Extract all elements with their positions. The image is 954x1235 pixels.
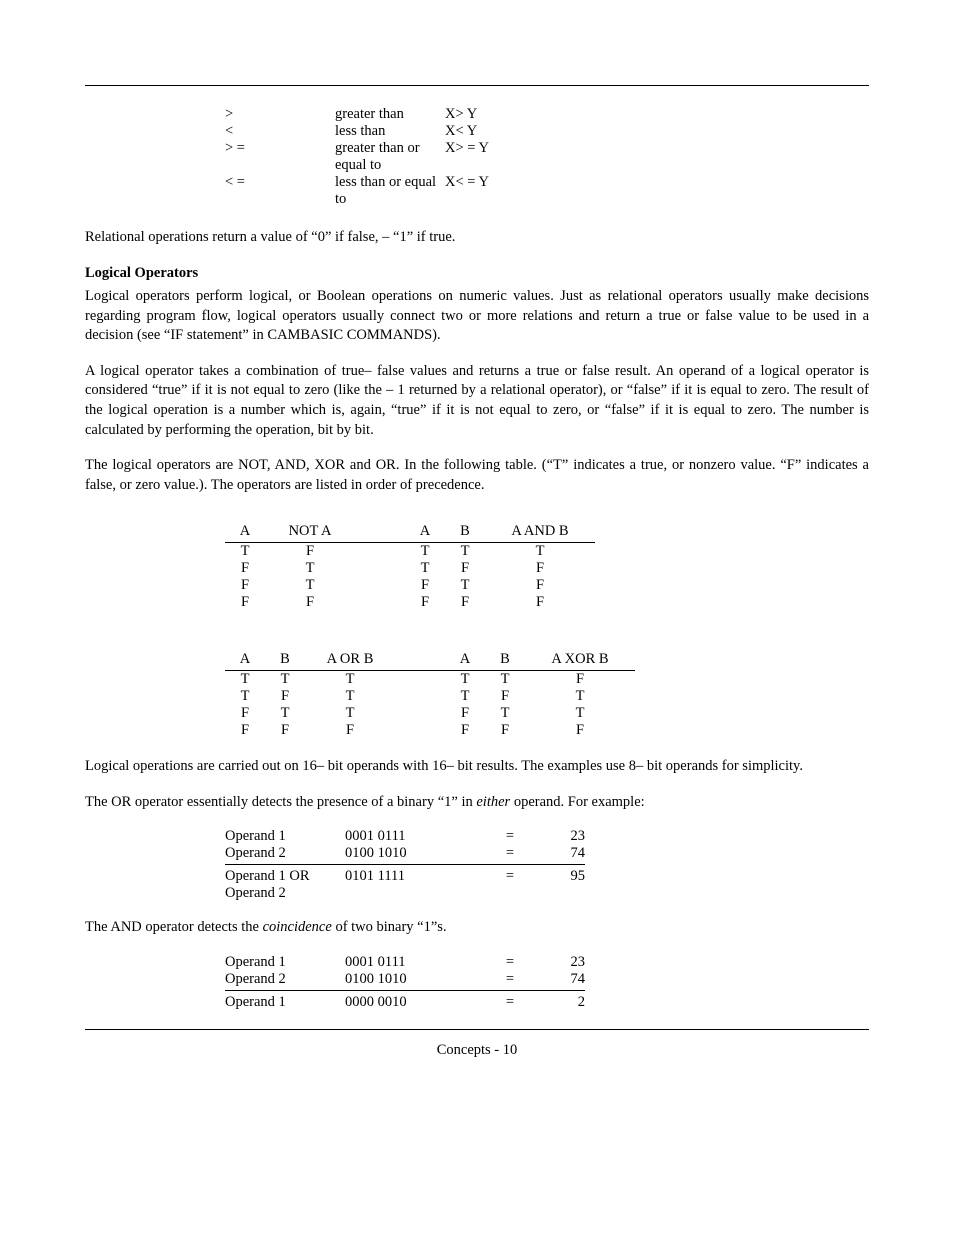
op-symbol: > = <box>225 140 335 174</box>
op-desc: greater than <box>335 106 445 123</box>
col-header: A OR B <box>305 651 395 671</box>
or-example-table: Operand 10001 0111=23 Operand 20100 1010… <box>225 828 869 902</box>
op-symbol: > <box>225 106 335 123</box>
spacer <box>355 523 405 543</box>
op-example: X< = Y <box>445 174 565 208</box>
truth-table-or-xor: A B A OR B A B A XOR B TTTTTF TFTTFT FTT… <box>225 651 869 739</box>
table-row: TFTTFT <box>225 688 869 705</box>
table-row: FTFTF <box>225 577 869 594</box>
emphasis: coincidence <box>263 919 332 935</box>
table-row: Operand 10000 0010=2 <box>225 994 869 1011</box>
section-heading: Logical Operators <box>85 264 869 284</box>
col-header: B <box>265 651 305 671</box>
table-row: Operand 10001 0111=23 <box>225 954 869 971</box>
table-row: < = less than or equal to X< = Y <box>225 174 869 208</box>
paragraph: The AND operator detects the coincidence… <box>85 918 869 938</box>
col-header: NOT A <box>265 523 355 543</box>
page-footer: Concepts - 10 <box>85 1042 869 1059</box>
text: The AND operator detects the <box>85 919 263 935</box>
table-row: FTTFTT <box>225 705 869 722</box>
text: of two binary “1”s. <box>332 919 447 935</box>
table-row: Operand 1 OR Operand 20101 1111=95 <box>225 868 869 902</box>
bottom-rule <box>85 1029 869 1030</box>
op-example: X> Y <box>445 106 565 123</box>
table-header: A NOT A A B A AND B <box>225 523 869 543</box>
table-row: > greater than X> Y <box>225 106 869 123</box>
table-row: < less than X< Y <box>225 123 869 140</box>
col-header: B <box>445 523 485 543</box>
emphasis: either <box>476 794 510 810</box>
col-header: A <box>225 523 265 543</box>
op-example: X> = Y <box>445 140 565 174</box>
table-row: > = greater than or equal to X> = Y <box>225 140 869 174</box>
paragraph: Logical operators perform logical, or Bo… <box>85 287 869 346</box>
table-row: TFTTT <box>225 543 869 560</box>
op-desc: less than or equal to <box>335 174 445 208</box>
and-example-table: Operand 10001 0111=23 Operand 20100 1010… <box>225 954 869 1011</box>
col-header: A XOR B <box>525 651 635 671</box>
table-row: FFFFF <box>225 594 869 611</box>
op-desc: less than <box>335 123 445 140</box>
col-header: B <box>485 651 525 671</box>
relational-ops-table: > greater than X> Y < less than X< Y > =… <box>225 106 869 208</box>
rule <box>225 990 585 992</box>
table-row: Operand 20100 1010=74 <box>225 845 869 862</box>
col-header: A <box>405 523 445 543</box>
paragraph: Relational operations return a value of … <box>85 228 869 248</box>
text: operand. For example: <box>510 794 645 810</box>
paragraph: The logical operators are NOT, AND, XOR … <box>85 456 869 495</box>
paragraph: The OR operator essentially detects the … <box>85 793 869 813</box>
spacer <box>395 651 445 671</box>
table-row: FFFFFF <box>225 722 869 739</box>
table-row: Operand 20100 1010=74 <box>225 971 869 988</box>
paragraph: A logical operator takes a combination o… <box>85 362 869 440</box>
truth-table-not-and: A NOT A A B A AND B TFTTT FTTFF FTFTF FF… <box>225 523 869 611</box>
col-header: A AND B <box>485 523 595 543</box>
col-header: A <box>225 651 265 671</box>
paragraph: Logical operations are carried out on 16… <box>85 757 869 777</box>
op-example: X< Y <box>445 123 565 140</box>
table-row: FTTFF <box>225 560 869 577</box>
page: > greater than X> Y < less than X< Y > =… <box>0 0 954 1235</box>
op-symbol: < = <box>225 174 335 208</box>
text: The OR operator essentially detects the … <box>85 794 476 810</box>
op-symbol: < <box>225 123 335 140</box>
table-row: TTTTTF <box>225 671 869 688</box>
op-desc: greater than or equal to <box>335 140 445 174</box>
table-row: Operand 10001 0111=23 <box>225 828 869 845</box>
top-rule <box>85 85 869 86</box>
table-header: A B A OR B A B A XOR B <box>225 651 869 671</box>
rule <box>225 864 585 866</box>
col-header: A <box>445 651 485 671</box>
